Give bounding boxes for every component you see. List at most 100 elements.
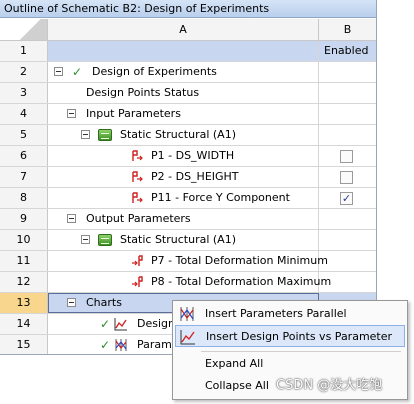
row-number: 12 — [0, 272, 48, 292]
tree-label: Design Points Status — [86, 86, 200, 99]
cell-b — [319, 62, 376, 82]
column-header-a[interactable]: A — [48, 19, 319, 40]
table-row[interactable]: 3 Design Points Status — [0, 83, 376, 104]
parameter-label: P11 - Force Y Component — [151, 191, 290, 204]
cell-b — [319, 104, 376, 124]
parameter-label: P2 - DS_HEIGHT — [151, 170, 239, 183]
row-number: 1 — [0, 41, 48, 61]
cell-b — [319, 209, 376, 229]
collapse-toggle-icon[interactable] — [81, 235, 90, 244]
table-row[interactable]: 7 P2 - DS_HEIGHT — [0, 167, 376, 188]
line-chart-icon — [180, 330, 195, 345]
cell-a: ✓ Design of Experiments — [48, 62, 319, 82]
cell-b — [319, 230, 376, 250]
input-parameter-icon — [132, 192, 143, 203]
cell-a: P11 - Force Y Component — [48, 188, 319, 208]
checkmark-icon: ✓ — [100, 317, 111, 331]
tree-label: Design of Experiments — [92, 65, 217, 78]
collapse-toggle-icon[interactable] — [67, 109, 76, 118]
row-number: 15 — [0, 335, 48, 354]
table-row[interactable]: 4 Input Parameters — [0, 104, 376, 125]
cell-a: Static Structural (A1) — [48, 125, 319, 145]
table-row[interactable]: 2 ✓ Design of Experiments — [0, 62, 376, 83]
input-parameter-icon — [132, 171, 143, 182]
row-number: 6 — [0, 146, 48, 166]
collapse-toggle-icon[interactable] — [54, 67, 63, 76]
cell-a: P1 - DS_WIDTH — [48, 146, 319, 166]
collapse-toggle-icon[interactable] — [67, 298, 76, 307]
row-number: 7 — [0, 167, 48, 187]
menu-item-expand-all[interactable]: Expand All — [175, 353, 405, 375]
cell-b — [319, 167, 376, 187]
input-parameter-icon — [132, 150, 143, 161]
tree-label: Output Parameters — [86, 212, 191, 225]
row-number: 3 — [0, 83, 48, 103]
cell-b — [319, 272, 376, 292]
cell-a: Static Structural (A1) — [48, 230, 319, 250]
row-number: 5 — [0, 125, 48, 145]
column-header-row: A B — [0, 19, 376, 41]
cell-b — [319, 146, 376, 166]
cell-a: P8 - Total Deformation Maximum — [48, 272, 331, 292]
cell-b — [319, 83, 376, 103]
cell-b — [319, 251, 376, 271]
menu-item-insert-design-points-vs-parameter[interactable]: Insert Design Points vs Parameter — [175, 325, 405, 347]
cell-a: P2 - DS_HEIGHT — [48, 167, 319, 187]
table-row[interactable]: 12 P8 - Total Deformation Maximum — [0, 272, 376, 293]
tree-label: Static Structural (A1) — [120, 233, 236, 246]
menu-item-label: Collapse All — [205, 379, 269, 392]
static-structural-icon — [98, 234, 112, 246]
cell-b — [319, 125, 376, 145]
row-number: 2 — [0, 62, 48, 82]
parallel-chart-icon — [115, 339, 127, 351]
cell-a: Input Parameters — [48, 104, 319, 124]
cell-b: ✓ — [319, 188, 376, 208]
enabled-checkbox[interactable] — [340, 171, 353, 184]
panel-title: Outline of Schematic B2: Design of Exper… — [0, 0, 376, 18]
menu-separator — [201, 351, 401, 352]
row-number: 13 — [0, 293, 48, 313]
menu-item-insert-parameters-parallel[interactable]: Insert Parameters Parallel — [175, 303, 405, 325]
output-parameter-icon — [132, 276, 143, 287]
chart-label: Design — [137, 317, 175, 330]
tree-label: Input Parameters — [86, 107, 181, 120]
table-row[interactable]: 6 P1 - DS_WIDTH — [0, 146, 376, 167]
table-row[interactable]: 1 Enabled — [0, 41, 376, 62]
row-number: 10 — [0, 230, 48, 250]
row-number: 4 — [0, 104, 48, 124]
row-number: 14 — [0, 314, 48, 334]
select-all-corner[interactable] — [0, 19, 48, 40]
parameter-label: P1 - DS_WIDTH — [151, 149, 235, 162]
cell-a: Design Points Status — [48, 83, 319, 103]
menu-item-label: Insert Design Points vs Parameter — [206, 330, 393, 343]
column-header-b[interactable]: B — [319, 19, 376, 40]
table-row[interactable]: 9 Output Parameters — [0, 209, 376, 230]
menu-item-label: Insert Parameters Parallel — [205, 307, 347, 320]
checkmark-icon: ✓ — [72, 65, 83, 79]
cell-b: Enabled — [319, 41, 376, 61]
cell-a: Output Parameters — [48, 209, 319, 229]
output-parameter-icon — [132, 255, 143, 266]
row-number: 11 — [0, 251, 48, 271]
table-row[interactable]: 5 Static Structural (A1) — [0, 125, 376, 146]
tree-label: Charts — [86, 296, 122, 309]
tree-label: Static Structural (A1) — [120, 128, 236, 141]
collapse-toggle-icon[interactable] — [81, 130, 90, 139]
table-row[interactable]: 11 P7 - Total Deformation Minimum — [0, 251, 376, 272]
collapse-toggle-icon[interactable] — [67, 214, 76, 223]
static-structural-icon — [98, 129, 112, 141]
parameter-label: P8 - Total Deformation Maximum — [151, 275, 332, 288]
enabled-header-label: Enabled — [324, 44, 369, 57]
cell-a: P7 - Total Deformation Minimum — [48, 251, 328, 271]
table-row[interactable]: 10 Static Structural (A1) — [0, 230, 376, 251]
line-chart-icon — [114, 318, 127, 331]
parameter-label: P7 - Total Deformation Minimum — [151, 254, 328, 267]
enabled-checkbox-checked[interactable]: ✓ — [340, 192, 353, 205]
watermark: CSDN @没大吃饱 — [276, 378, 383, 393]
cell-a — [48, 41, 319, 61]
checkmark-icon: ✓ — [100, 338, 111, 352]
table-row[interactable]: 8 P11 - Force Y Component ✓ — [0, 188, 376, 209]
parallel-chart-icon — [180, 307, 194, 321]
menu-item-label: Expand All — [205, 357, 264, 370]
enabled-checkbox[interactable] — [340, 150, 353, 163]
